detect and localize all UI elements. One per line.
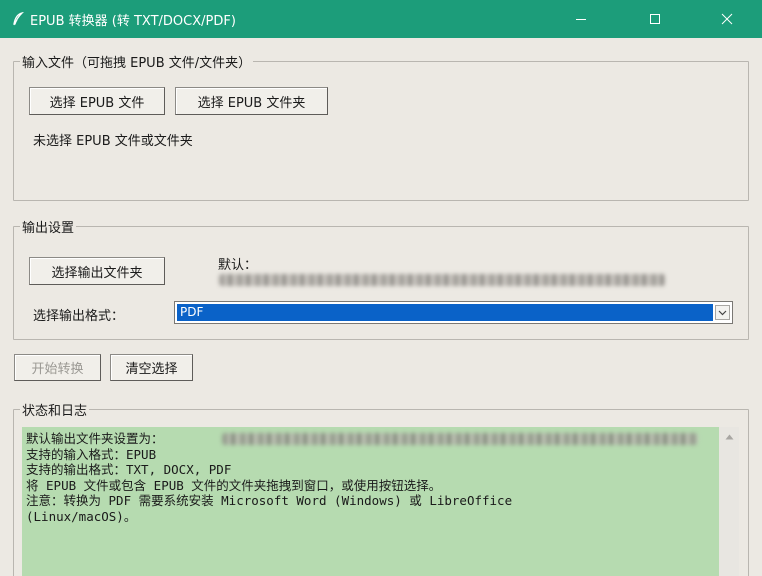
input-group-label: 输入文件（可拖拽 EPUB 文件/文件夹） bbox=[20, 52, 254, 71]
minimize-button[interactable] bbox=[558, 0, 604, 38]
default-folder-path bbox=[222, 433, 698, 445]
window-title: EPUB 转换器 (转 TXT/DOCX/PDF) bbox=[30, 13, 236, 29]
minimize-icon bbox=[576, 19, 586, 20]
chevron-up-icon bbox=[725, 434, 733, 440]
default-path-value bbox=[219, 274, 665, 286]
input-status-text: 未选择 EPUB 文件或文件夹 bbox=[33, 134, 193, 149]
log-line: 支持的输入格式：EPUB bbox=[26, 446, 157, 462]
log-line: 注意：转换为 PDF 需要系统安装 Microsoft Word (Window… bbox=[26, 493, 513, 508]
log-line: 将 EPUB 文件或包含 EPUB 文件的文件夹拖拽到窗口，或使用按钮选择。 bbox=[26, 477, 442, 493]
title-bar[interactable]: EPUB 转换器 (转 TXT/DOCX/PDF) bbox=[0, 0, 762, 38]
output-format-value: PDF bbox=[177, 304, 713, 321]
app-window: EPUB 转换器 (转 TXT/DOCX/PDF) 输入文件（可拖拽 EPUB … bbox=[0, 0, 762, 576]
close-icon bbox=[721, 13, 733, 25]
start-convert-button[interactable]: 开始转换 bbox=[14, 354, 101, 381]
clear-selection-button[interactable]: 清空选择 bbox=[110, 354, 193, 381]
feather-icon bbox=[9, 10, 27, 28]
chevron-down-icon bbox=[718, 310, 727, 315]
log-group-label: 状态和日志 bbox=[20, 400, 90, 419]
maximize-icon bbox=[650, 14, 660, 24]
close-button[interactable] bbox=[704, 0, 750, 38]
select-epub-file-button[interactable]: 选择 EPUB 文件 bbox=[29, 87, 165, 115]
select-output-folder-button[interactable]: 选择输出文件夹 bbox=[29, 257, 165, 285]
scroll-up-button[interactable] bbox=[723, 432, 735, 442]
output-format-label: 选择输出格式： bbox=[33, 309, 125, 324]
output-format-select[interactable]: PDF bbox=[174, 301, 733, 324]
output-group-label: 输出设置 bbox=[20, 217, 77, 236]
log-line: (Linux/macOS)。 bbox=[26, 508, 137, 524]
dropdown-arrow-button[interactable] bbox=[715, 305, 730, 320]
maximize-button[interactable] bbox=[632, 0, 678, 38]
default-path-label: 默认： bbox=[218, 258, 258, 273]
log-scrollbar[interactable] bbox=[719, 427, 739, 576]
select-epub-folder-button[interactable]: 选择 EPUB 文件夹 bbox=[175, 87, 328, 115]
log-line: 默认输出文件夹设置为： bbox=[26, 431, 715, 447]
log-textarea[interactable]: 默认输出文件夹设置为： 支持的输入格式：EPUB 支持的输出格式：TXT, DO… bbox=[22, 427, 719, 576]
log-line: 支持的输出格式：TXT, DOCX, PDF bbox=[26, 462, 232, 477]
